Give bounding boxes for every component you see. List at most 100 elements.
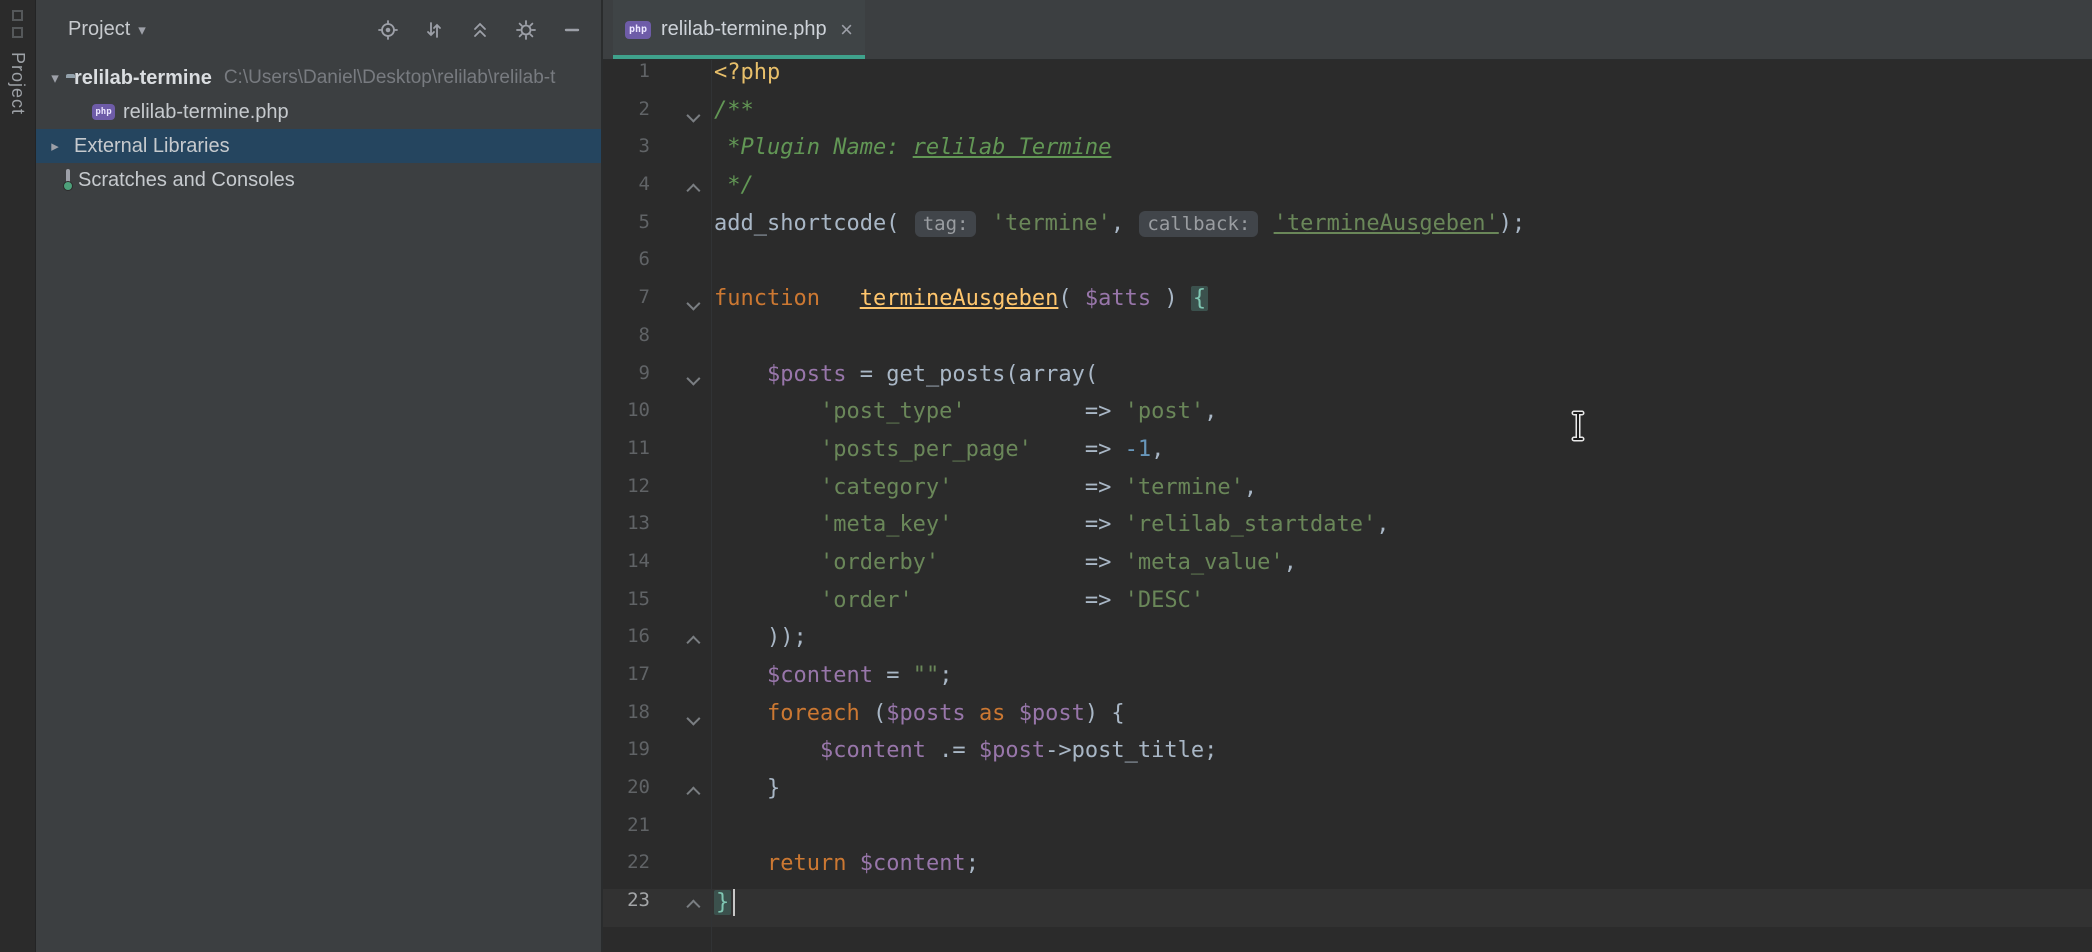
code-text[interactable]: 'category' => 'termine', [712, 475, 1257, 513]
line-number[interactable]: 14 [603, 550, 650, 588]
fold-marker-icon[interactable] [686, 786, 700, 800]
fold-marker-icon[interactable] [686, 372, 700, 386]
line-number[interactable]: 5 [603, 211, 650, 249]
line-number[interactable]: 15 [603, 588, 650, 626]
editor-line[interactable]: 7 function termineAusgeben( $atts ) { [603, 286, 2092, 324]
line-number[interactable]: 4 [603, 173, 650, 211]
editor-line[interactable]: 22 return $content; [603, 851, 2092, 889]
code-text[interactable] [712, 248, 714, 286]
editor-line[interactable]: 12 'category' => 'termine', [603, 475, 2092, 513]
editor-line[interactable]: 15 'order' => 'DESC' [603, 588, 2092, 626]
line-number[interactable]: 7 [603, 286, 650, 324]
editor-line[interactable]: 2 /** [603, 98, 2092, 136]
line-number[interactable]: 21 [603, 814, 650, 852]
line-number[interactable]: 1 [603, 60, 650, 98]
tree-item-relilab-termine[interactable]: ▾ relilab-termine C:\Users\Daniel\Deskto… [36, 61, 601, 95]
code-text[interactable]: add_shortcode( tag: 'termine', callback:… [712, 211, 1525, 249]
line-number[interactable]: 19 [603, 738, 650, 776]
line-number[interactable]: 2 [603, 98, 650, 136]
editor-line[interactable]: 17 $content = ""; [603, 663, 2092, 701]
code-text[interactable]: } [712, 889, 735, 927]
chevron-down-icon[interactable]: ▾ [138, 21, 146, 39]
editor-line[interactable]: 11 'posts_per_page' => -1, [603, 437, 2092, 475]
code-text[interactable]: *Plugin Name: relilab Termine [712, 135, 1111, 173]
panel-title[interactable]: Project [68, 18, 130, 41]
tree-item-scratches-and-consoles[interactable]: Scratches and Consoles [36, 163, 601, 197]
code-text[interactable]: )); [712, 625, 807, 663]
line-number[interactable]: 22 [603, 851, 650, 889]
editor-line[interactable]: 10 'post_type' => 'post', [603, 399, 2092, 437]
line-number[interactable]: 6 [603, 248, 650, 286]
line-number[interactable]: 23 [603, 889, 650, 927]
editor-line[interactable]: 3 *Plugin Name: relilab Termine [603, 135, 2092, 173]
fold-column [650, 248, 712, 286]
code-text[interactable]: 'orderby' => 'meta_value', [712, 550, 1297, 588]
code-text[interactable]: function termineAusgeben( $atts ) { [712, 286, 1208, 324]
sort-arrows-icon[interactable] [419, 15, 449, 45]
editor-line[interactable]: 5 add_shortcode( tag: 'termine', callback… [603, 211, 2092, 249]
line-number[interactable]: 8 [603, 324, 650, 362]
code-text[interactable] [712, 814, 714, 852]
editor-line[interactable]: 4 */ [603, 173, 2092, 211]
fold-marker-icon[interactable] [686, 711, 700, 725]
code-text[interactable]: 'post_type' => 'post', [712, 399, 1217, 437]
fold-marker-icon[interactable] [686, 636, 700, 650]
code-token: $posts [767, 362, 846, 387]
editor-line[interactable]: 18 foreach ($posts as $post) { [603, 701, 2092, 739]
line-number[interactable]: 17 [603, 663, 650, 701]
fold-column [650, 286, 712, 324]
code-text[interactable]: 'meta_key' => 'relilab_startdate', [712, 512, 1390, 550]
editor-line[interactable]: 21 [603, 814, 2092, 852]
collapse-all-icon[interactable] [465, 15, 495, 45]
code-text[interactable]: $posts = get_posts(array( [712, 362, 1098, 400]
code-text[interactable]: */ [712, 173, 754, 211]
code-text[interactable]: } [712, 776, 780, 814]
line-number[interactable]: 18 [603, 701, 650, 739]
editor-line[interactable]: 13 'meta_key' => 'relilab_startdate', [603, 512, 2092, 550]
line-number[interactable]: 20 [603, 776, 650, 814]
code-text[interactable]: $content = ""; [712, 663, 952, 701]
code-token: -1 [1125, 437, 1152, 462]
editor-line[interactable]: 14 'orderby' => 'meta_value', [603, 550, 2092, 588]
code-text[interactable]: <?php [712, 60, 780, 98]
editor-line[interactable]: 23} [603, 889, 2092, 927]
tab-relilab-termine-php[interactable]: php relilab-termine.php × [613, 0, 865, 59]
code-text[interactable]: 'posts_per_page' => -1, [712, 437, 1164, 475]
fold-marker-icon[interactable] [686, 899, 700, 913]
code-text[interactable] [712, 324, 714, 362]
fold-marker-icon[interactable] [686, 183, 700, 197]
project-stripe-button[interactable]: Project [7, 52, 28, 115]
line-number[interactable]: 12 [603, 475, 650, 513]
close-icon[interactable]: × [840, 19, 853, 41]
fold-column [650, 550, 712, 588]
fold-column [650, 701, 712, 739]
chevron-down-icon[interactable]: ▾ [44, 69, 66, 87]
locate-icon[interactable] [373, 15, 403, 45]
editor-line[interactable]: 6 [603, 248, 2092, 286]
fold-marker-icon[interactable] [686, 108, 700, 122]
line-number[interactable]: 10 [603, 399, 650, 437]
code-text[interactable]: 'order' => 'DESC' [712, 588, 1204, 626]
settings-gear-icon[interactable] [511, 15, 541, 45]
tree-item-relilab-termine-php[interactable]: php relilab-termine.php [36, 95, 601, 129]
editor-line[interactable]: 20 } [603, 776, 2092, 814]
code-text[interactable]: /** [712, 98, 754, 136]
code-text[interactable]: $content .= $post->post_title; [712, 738, 1217, 776]
line-number[interactable]: 16 [603, 625, 650, 663]
fold-marker-icon[interactable] [686, 296, 700, 310]
editor-line[interactable]: 16 )); [603, 625, 2092, 663]
hide-panel-icon[interactable] [557, 15, 587, 45]
code-token [714, 475, 820, 500]
code-text[interactable]: foreach ($posts as $post) { [712, 701, 1125, 739]
editor-line[interactable]: 9 $posts = get_posts(array( [603, 362, 2092, 400]
line-number[interactable]: 9 [603, 362, 650, 400]
line-number[interactable]: 13 [603, 512, 650, 550]
chevron-right-icon[interactable]: ▸ [44, 137, 66, 155]
code-text[interactable]: return $content; [712, 851, 979, 889]
line-number[interactable]: 11 [603, 437, 650, 475]
tree-item-external-libraries[interactable]: ▸ External Libraries [36, 129, 601, 163]
editor-line[interactable]: 1 <?php [603, 60, 2092, 98]
line-number[interactable]: 3 [603, 135, 650, 173]
editor-line[interactable]: 19 $content .= $post->post_title; [603, 738, 2092, 776]
editor-line[interactable]: 8 [603, 324, 2092, 362]
